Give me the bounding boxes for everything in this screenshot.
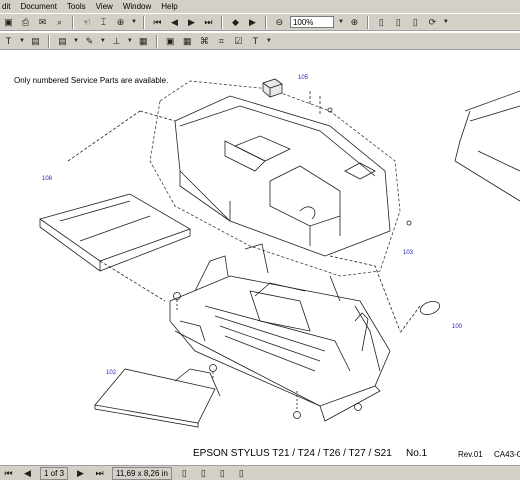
menu-view[interactable]: View: [96, 2, 113, 11]
continuous-facing-icon[interactable]: ▯: [235, 467, 248, 480]
zoom-input[interactable]: 100%: [289, 16, 334, 28]
part-label-103: 103: [403, 250, 414, 256]
page-number-label: No.1: [406, 448, 428, 459]
document-code: CA43-C: [494, 450, 520, 459]
chevron-down-icon[interactable]: ▼: [131, 19, 137, 25]
next-page-icon[interactable]: ▶: [74, 467, 87, 480]
image-icon[interactable]: ▣: [164, 35, 177, 48]
chevron-down-icon[interactable]: ▼: [443, 19, 449, 25]
page-indicator[interactable]: 1 of 3: [40, 466, 69, 480]
menu-help[interactable]: Help: [161, 2, 177, 11]
first-page-icon[interactable]: ⏮: [151, 16, 164, 29]
last-page-icon[interactable]: ⏭: [202, 16, 215, 29]
facing-icon[interactable]: ▯: [409, 16, 422, 29]
revision-label: Rev.01: [458, 450, 483, 459]
toolbar-separator: [47, 34, 50, 48]
toolbar-separator: [142, 15, 145, 29]
single-page-icon[interactable]: ▯: [375, 16, 388, 29]
toolbar-separator: [220, 15, 223, 29]
menu-window[interactable]: Window: [123, 2, 151, 11]
zoom-icon[interactable]: ⊕: [114, 16, 127, 29]
highlight-icon[interactable]: ▦: [137, 35, 150, 48]
chevron-down-icon[interactable]: ▼: [266, 38, 272, 44]
prev-page-icon[interactable]: ◀: [168, 16, 181, 29]
form-icon[interactable]: ☑: [232, 35, 245, 48]
status-bar: ⏮ ◀ 1 of 3 ▶ ⏭ 11,69 x 8,26 in ▯ ▯ ▯ ▯: [0, 465, 520, 480]
link-icon[interactable]: ⌘: [198, 35, 211, 48]
last-page-icon[interactable]: ⏭: [93, 467, 106, 480]
toolbar-separator: [155, 34, 158, 48]
table-icon[interactable]: ▦: [181, 35, 194, 48]
chevron-down-icon[interactable]: ▼: [100, 38, 106, 44]
save-icon[interactable]: ▣: [2, 16, 15, 29]
chevron-down-icon[interactable]: ▼: [73, 38, 79, 44]
forward-icon[interactable]: ▶: [246, 16, 259, 29]
single-page-icon[interactable]: ▯: [178, 467, 191, 480]
first-page-icon[interactable]: ⏮: [2, 467, 15, 480]
note-icon[interactable]: ▤: [56, 35, 69, 48]
continuous-icon[interactable]: ▯: [197, 467, 210, 480]
menu-document[interactable]: Document: [20, 2, 56, 11]
facing-icon[interactable]: ▯: [216, 467, 229, 480]
toolbar-separator: [366, 15, 369, 29]
toolbar-tools: T ▼ ▤ ▤ ▼ ✎ ▼ ⊥ ▼ ▦ ▣ ▦ ⌘ ⌗ ☑ T ▼: [0, 32, 520, 50]
rotate-icon[interactable]: ⟳: [426, 16, 439, 29]
back-icon[interactable]: ◆: [229, 16, 242, 29]
chevron-down-icon[interactable]: ▼: [19, 38, 25, 44]
search-icon[interactable]: ⌕: [53, 16, 66, 29]
continuous-icon[interactable]: ▯: [392, 16, 405, 29]
toolbar-main: ▣ ⎙ ✉ ⌕ ☜ ⌶ ⊕ ▼ ⏮ ◀ ▶ ⏭ ◆ ▶ ⊖ 100% ▼ ⊕ ▯…: [0, 13, 520, 31]
select-icon[interactable]: ⌶: [97, 16, 110, 29]
stamp-icon[interactable]: ⊥: [110, 35, 123, 48]
zoom-out-icon[interactable]: ⊖: [273, 16, 286, 29]
part-label-105: 105: [298, 75, 309, 81]
exploded-view-drawing: [39, 78, 520, 428]
email-icon[interactable]: ✉: [36, 16, 49, 29]
chevron-down-icon[interactable]: ▼: [127, 38, 133, 44]
document-viewport[interactable]: Only numbered Service Parts are availabl…: [0, 51, 520, 465]
toolbar-separator: [72, 15, 74, 29]
page-size: 11,69 x 8,26 in: [112, 466, 172, 480]
chevron-down-icon[interactable]: ▼: [338, 19, 344, 25]
toolbar-separator: [264, 15, 267, 29]
prev-page-icon[interactable]: ◀: [21, 467, 34, 480]
menu-tools[interactable]: Tools: [67, 2, 86, 11]
menu-bar: dit Document Tools View Window Help: [0, 0, 520, 13]
model-title: EPSON STYLUS T21 / T24 / T26 / T27 / S21: [193, 448, 392, 459]
print-icon[interactable]: ⎙: [19, 16, 32, 29]
note-icon[interactable]: ▤: [29, 35, 42, 48]
part-label-100: 100: [452, 324, 463, 330]
part-label-108: 108: [42, 176, 53, 182]
text-select-icon[interactable]: T: [2, 35, 15, 48]
menu-edit[interactable]: dit: [2, 2, 10, 11]
zoom-in-icon[interactable]: ⊕: [348, 16, 361, 29]
text-icon[interactable]: T: [249, 35, 262, 48]
part-label-102: 102: [106, 370, 117, 376]
hand-icon[interactable]: ☜: [80, 16, 93, 29]
pencil-icon[interactable]: ✎: [83, 35, 96, 48]
next-page-icon[interactable]: ▶: [185, 16, 198, 29]
crop-icon[interactable]: ⌗: [215, 35, 228, 48]
